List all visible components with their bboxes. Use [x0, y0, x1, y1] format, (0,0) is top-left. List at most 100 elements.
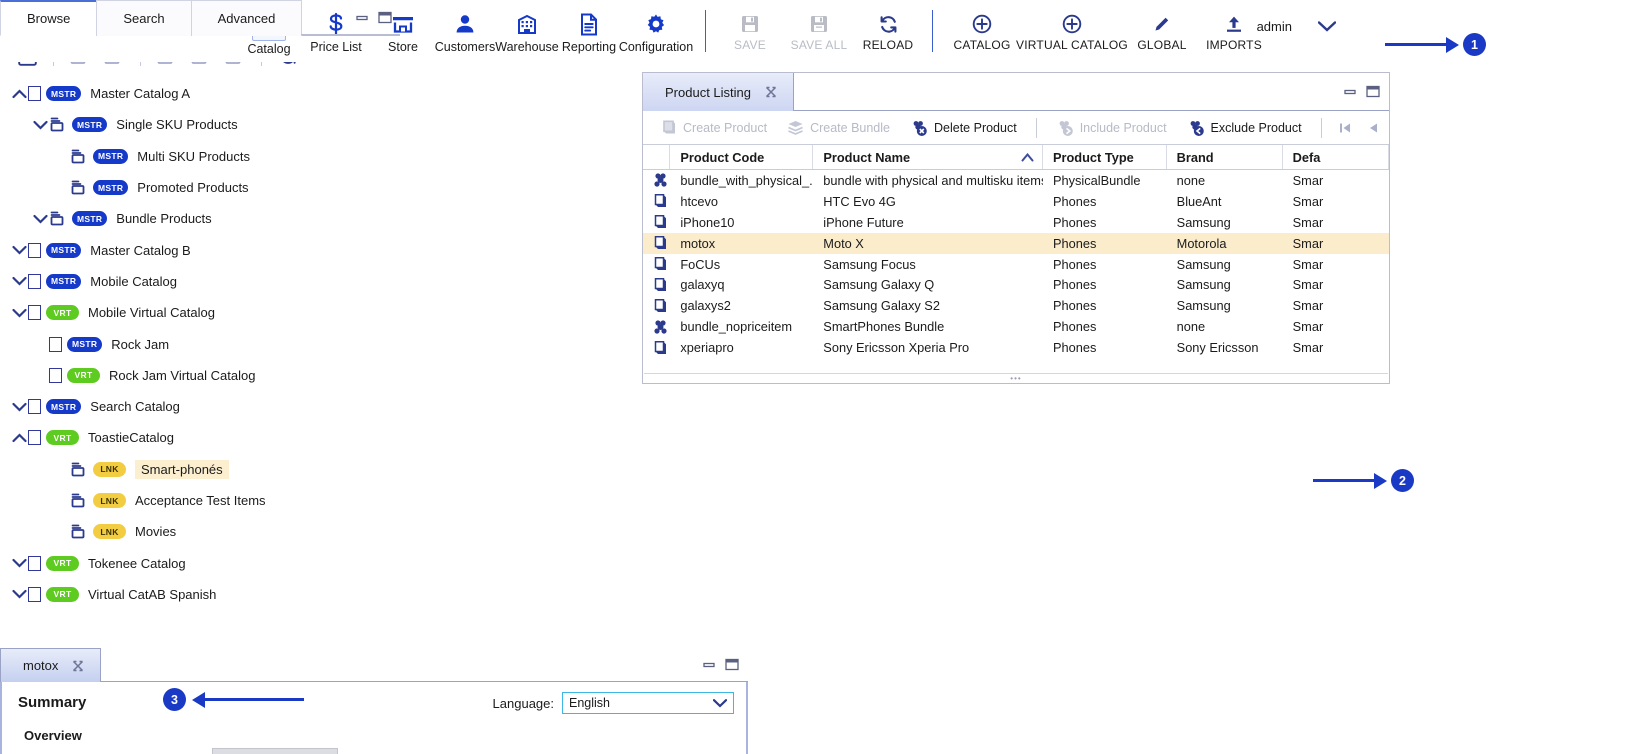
table-row[interactable]: galaxys2Samsung Galaxy S2PhonesSamsungSm…: [643, 295, 1389, 316]
tree-checkbox[interactable]: [28, 556, 41, 571]
grip-dots: •••: [1010, 376, 1021, 382]
close-icon[interactable]: [72, 660, 84, 672]
tab-motox[interactable]: motox: [0, 648, 101, 682]
tree-item[interactable]: MSTRBundle Products: [0, 203, 400, 234]
grid-col-icon: [643, 145, 670, 169]
tree-item[interactable]: MSTRPromoted Products: [0, 172, 400, 203]
create-global[interactable]: GLOBAL: [1126, 0, 1198, 52]
tab-product-listing[interactable]: Product Listing: [643, 73, 794, 111]
grid-col-product-name[interactable]: Product Name: [813, 145, 1043, 169]
module-warehouse[interactable]: Warehouse: [496, 0, 558, 54]
tree-item[interactable]: VRTMobile Virtual Catalog: [0, 297, 400, 328]
tree-item[interactable]: VRTRock Jam Virtual Catalog: [0, 360, 400, 391]
tree-item[interactable]: MSTRMulti SKU Products: [0, 141, 400, 172]
tab-advanced[interactable]: Advanced: [191, 0, 303, 36]
tree-checkbox[interactable]: [28, 274, 41, 289]
tree-item[interactable]: LNKSmart-phonés: [0, 454, 400, 485]
minimize-icon[interactable]: [356, 11, 369, 24]
chevron-down-icon[interactable]: [10, 308, 28, 318]
arrow-right-icon: [1374, 473, 1387, 489]
tree-badge: VRT: [46, 587, 79, 602]
module-label: Configuration: [619, 40, 693, 54]
save-all-icon: [809, 11, 829, 37]
tree-checkbox[interactable]: [28, 243, 41, 258]
create-virtual-catalog[interactable]: VIRTUAL CATALOG: [1018, 0, 1126, 52]
close-icon[interactable]: [765, 86, 777, 98]
tree-item[interactable]: MSTRMaster Catalog A: [0, 78, 400, 109]
chevron-down-icon[interactable]: [10, 245, 28, 255]
module-configuration[interactable]: Configuration: [620, 0, 692, 54]
tree-item[interactable]: MSTRSearch Catalog: [0, 391, 400, 422]
user-menu[interactable]: admin: [1257, 19, 1336, 34]
tab-browse[interactable]: Browse: [0, 0, 97, 36]
table-row[interactable]: iPhone10iPhone FuturePhonesSamsungSmar: [643, 212, 1389, 233]
tree-item[interactable]: MSTRMaster Catalog B: [0, 234, 400, 265]
chevron-down-icon[interactable]: [10, 276, 28, 286]
table-row[interactable]: motoxMoto XPhonesMotorolaSmar: [643, 233, 1389, 254]
tree-item-label: Search Catalog: [90, 399, 180, 414]
cell-name: bundle with physical and multisku items: [813, 173, 1043, 188]
module-label: Reporting: [562, 40, 616, 54]
create-catalog[interactable]: CATALOG: [946, 0, 1018, 52]
callout-2: 2: [1313, 469, 1414, 492]
tree-checkbox[interactable]: [28, 399, 41, 414]
table-row[interactable]: FoCUsSamsung FocusPhonesSamsungSmar: [643, 254, 1389, 275]
tree-checkbox[interactable]: [28, 587, 41, 602]
btn-label: Create Product: [683, 121, 767, 135]
chevron-up-icon[interactable]: [10, 89, 28, 99]
chevron-down-icon[interactable]: [10, 558, 28, 568]
table-row[interactable]: bundle_with_physical_...bundle with phys…: [643, 170, 1389, 191]
tree-checkbox[interactable]: [49, 337, 62, 352]
maximize-icon[interactable]: [1366, 85, 1380, 98]
grid-col-brand[interactable]: Brand: [1167, 145, 1283, 169]
tree-checkbox[interactable]: [28, 430, 41, 445]
module-customers[interactable]: Customers: [434, 0, 496, 54]
chevron-down-icon[interactable]: [1318, 21, 1336, 32]
grid-col-defa[interactable]: Defa: [1283, 145, 1389, 169]
tree-item[interactable]: MSTRSingle SKU Products: [0, 109, 400, 140]
maximize-icon[interactable]: [725, 658, 739, 671]
tree-checkbox[interactable]: [28, 86, 41, 101]
minimize-icon[interactable]: [1344, 85, 1357, 98]
chevron-down-icon[interactable]: [10, 402, 28, 412]
product-detail-panel: motox Summary Language: English: [0, 648, 748, 754]
btn-delete-product[interactable]: Delete Product: [902, 115, 1025, 141]
grid-col-product-type[interactable]: Product Type: [1043, 145, 1167, 169]
chevron-down-icon[interactable]: [31, 120, 49, 130]
tree-item[interactable]: LNKAcceptance Test Items: [0, 485, 400, 516]
tree-badge: MSTR: [46, 86, 81, 101]
cell-brand: Samsung: [1167, 257, 1283, 272]
table-row[interactable]: galaxyqSamsung Galaxy QPhonesSamsungSmar: [643, 274, 1389, 295]
tree-item[interactable]: VRTTokenee Catalog: [0, 547, 400, 578]
cell-type: Phones: [1043, 194, 1167, 209]
grid-resize-handle[interactable]: •••: [644, 373, 1388, 383]
toolbar-divider-2: [932, 10, 933, 52]
catalog-tree: MSTRMaster Catalog AMSTRSingle SKU Produ…: [0, 76, 400, 610]
chevron-up-icon[interactable]: [10, 433, 28, 443]
table-row[interactable]: bundle_nopriceitemSmartPhones BundlePhon…: [643, 316, 1389, 337]
tree-item[interactable]: MSTRRock Jam: [0, 328, 400, 359]
tree-item[interactable]: LNKMovies: [0, 516, 400, 547]
chevron-down-icon[interactable]: [10, 589, 28, 599]
tree-checkbox[interactable]: [28, 305, 41, 320]
chevron-down-icon[interactable]: [31, 214, 49, 224]
btn-exclude-product[interactable]: Exclude Product: [1179, 115, 1310, 141]
language-dropdown[interactable]: English: [562, 692, 734, 714]
table-row[interactable]: htcevoHTC Evo 4GPhonesBlueAntSmar: [643, 191, 1389, 212]
tab-search[interactable]: Search: [96, 0, 191, 36]
first-page-icon[interactable]: [1333, 121, 1357, 135]
table-row[interactable]: xperiaproSony Ericsson Xperia ProPhonesS…: [643, 337, 1389, 358]
module-reporting[interactable]: Reporting: [558, 0, 620, 54]
maximize-icon[interactable]: [378, 11, 392, 24]
grid-col-product-code[interactable]: Product Code: [670, 145, 813, 169]
action-reload[interactable]: RELOAD: [857, 0, 919, 52]
tree-checkbox[interactable]: [49, 368, 62, 383]
toolbar-divider: [1036, 118, 1037, 138]
tree-item[interactable]: VRTVirtual CatAB Spanish: [0, 579, 400, 610]
tree-item[interactable]: VRTToastieCatalog: [0, 422, 400, 453]
tree-item[interactable]: MSTRMobile Catalog: [0, 266, 400, 297]
minimize-icon[interactable]: [703, 658, 716, 671]
cell-def: Smar: [1283, 215, 1389, 230]
sort-asc-icon: [1021, 153, 1034, 162]
prev-page-icon[interactable]: [1361, 121, 1385, 135]
